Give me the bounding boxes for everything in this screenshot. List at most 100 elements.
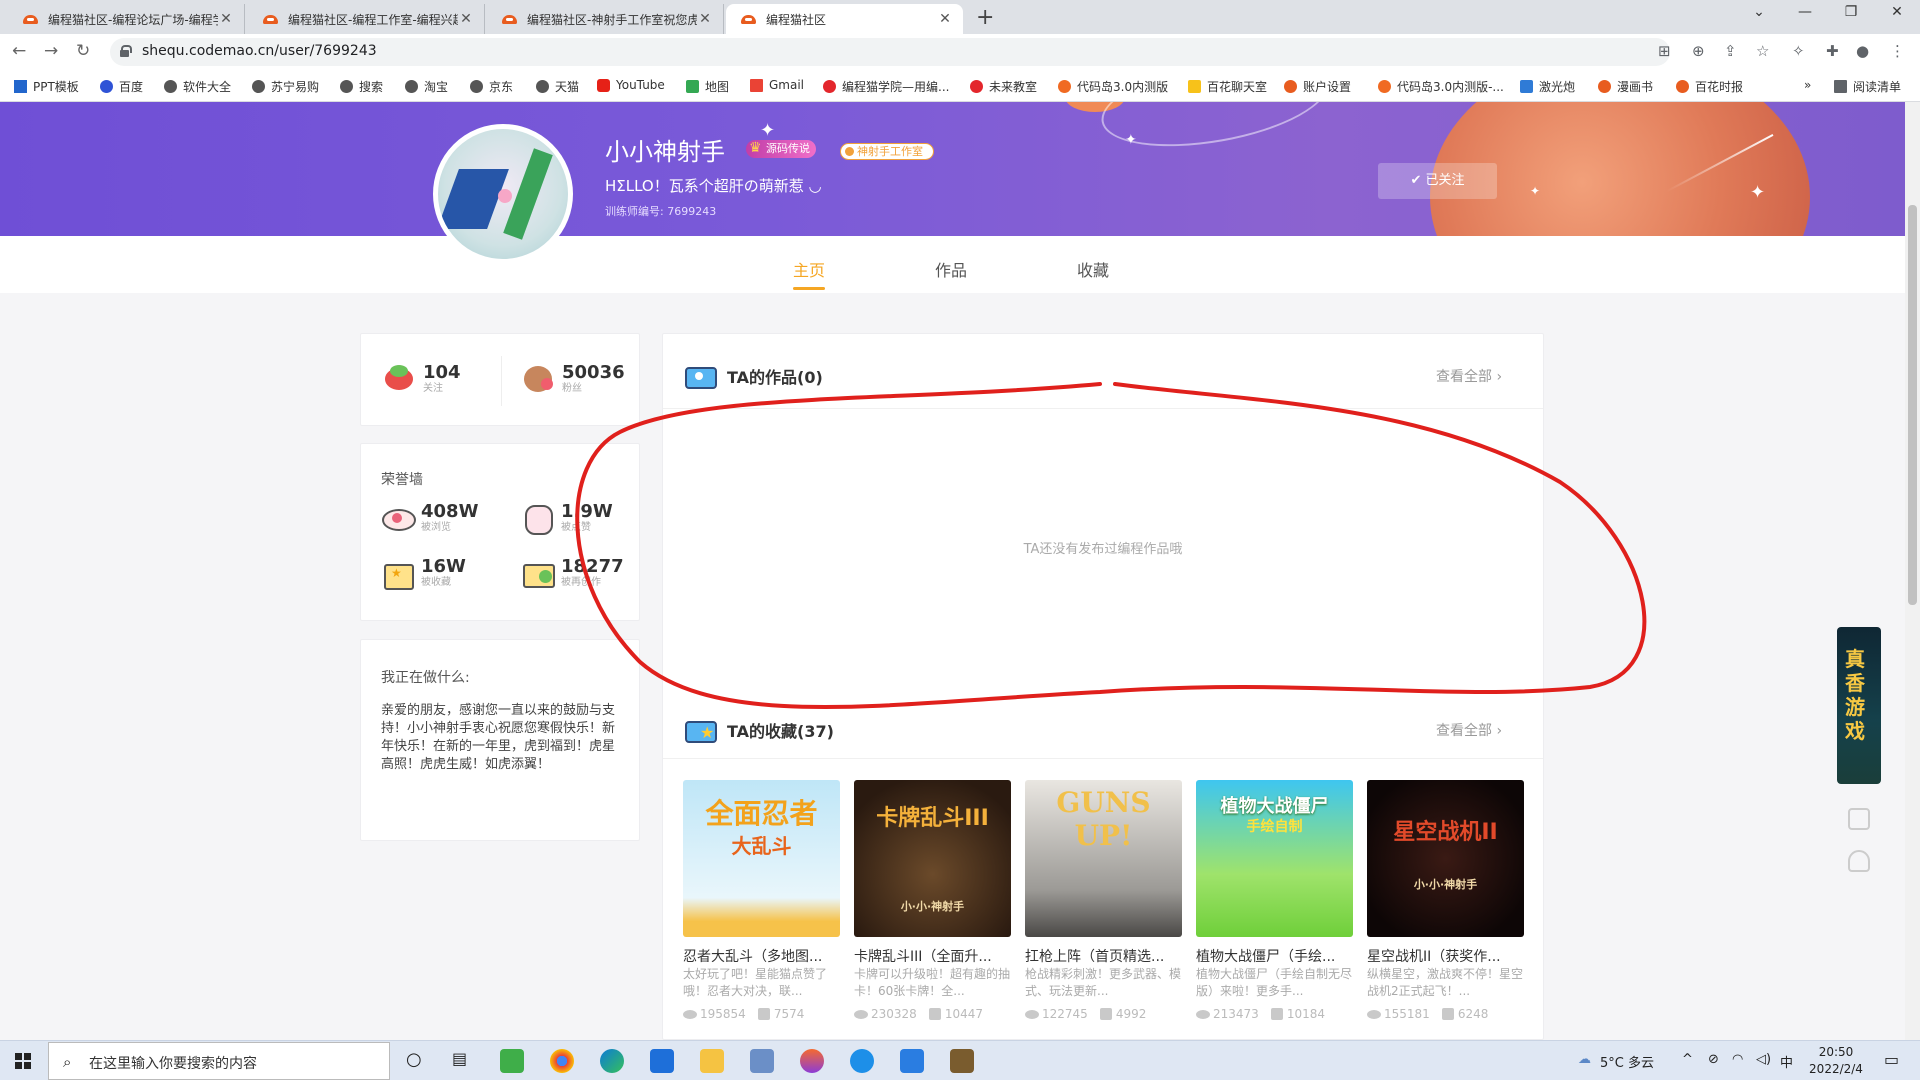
- bookmark-item[interactable]: 天猫: [536, 78, 579, 95]
- bookmark-item[interactable]: 淘宝: [405, 78, 448, 95]
- bookmark-item[interactable]: 京东: [470, 78, 513, 95]
- back-icon[interactable]: ←: [12, 41, 26, 61]
- globe-icon: [164, 80, 177, 93]
- menu-icon[interactable]: ⋮: [1890, 42, 1905, 60]
- extension-icon[interactable]: ✧: [1792, 42, 1805, 60]
- ime-indicator[interactable]: 中: [1780, 1052, 1793, 1071]
- codemao-icon: [501, 13, 519, 25]
- window-close-icon[interactable]: ✕: [1874, 4, 1920, 20]
- codemao-icon: [262, 13, 280, 25]
- chrome-icon[interactable]: [550, 1049, 574, 1073]
- address-bar[interactable]: shequ.codemao.cn/user/7699243 ⊞ ⊕ ⇪ ☆: [110, 38, 1769, 66]
- bookmark-item[interactable]: 百花聊天室: [1188, 78, 1267, 95]
- close-icon[interactable]: ✕: [937, 11, 953, 27]
- bookmark-item[interactable]: 代码岛3.0内测版: [1058, 78, 1168, 95]
- side-game-ad[interactable]: 真香游戏: [1837, 627, 1881, 784]
- chevron-up-icon[interactable]: ^: [1682, 1052, 1693, 1067]
- url-text: shequ.codemao.cn/user/7699243: [142, 43, 377, 59]
- app-icon[interactable]: [950, 1049, 974, 1073]
- app-icon[interactable]: [900, 1049, 924, 1073]
- weather-icon[interactable]: ☁: [1578, 1052, 1591, 1067]
- bookmark-item[interactable]: PPT模板: [14, 78, 79, 95]
- bookmark-item[interactable]: 百度: [100, 78, 143, 95]
- browser-tab[interactable]: 编程猫社区-编程工作室-编程兴趣... ✕: [248, 4, 485, 34]
- youtube-icon: [597, 78, 610, 92]
- translate-icon[interactable]: ⊞: [1658, 42, 1671, 60]
- bookmark-item[interactable]: 代码岛3.0内测版-...: [1378, 78, 1504, 95]
- red-annotation-circle: [575, 382, 1647, 709]
- cortana-icon[interactable]: ○: [406, 1049, 422, 1070]
- maps-icon: [686, 80, 699, 93]
- bookmark-item[interactable]: YouTube: [597, 78, 665, 92]
- windows-taskbar: ⌕ 在这里输入你要搜索的内容 ○ ▤ ☁ 5°C 多云 ^ ⊘ ◠ ◁) 中 2…: [0, 1040, 1920, 1080]
- codemao-icon: [970, 80, 983, 93]
- restore-icon[interactable]: ❐: [1828, 4, 1874, 20]
- bookmark-item[interactable]: 地图: [686, 78, 729, 95]
- bookmark-item[interactable]: 激光炮: [1520, 78, 1575, 95]
- bookmark-item[interactable]: 编程猫学院—用编...: [823, 78, 949, 95]
- reload-icon[interactable]: ↻: [76, 41, 90, 61]
- browser-toolbar: ← → ↻ shequ.codemao.cn/user/7699243 ⊞ ⊕ …: [0, 34, 1920, 70]
- codemao-icon: [1676, 80, 1689, 93]
- page-scrollbar[interactable]: [1905, 102, 1920, 1040]
- globe-icon: [536, 80, 549, 93]
- weather-text[interactable]: 5°C 多云: [1600, 1052, 1654, 1071]
- task-view-icon[interactable]: ▤: [452, 1049, 467, 1068]
- codemao-icon: [823, 80, 836, 93]
- puzzle-icon[interactable]: ✚: [1826, 42, 1839, 60]
- bookmark-item[interactable]: 漫画书: [1598, 78, 1653, 95]
- bookmarks-bar: PPT模板 百度 软件大全 苏宁易购 搜索 淘宝 京东 天猫 YouTube 地…: [0, 70, 1920, 102]
- folder-icon[interactable]: [700, 1049, 724, 1073]
- bookmark-item[interactable]: 软件大全: [164, 78, 231, 95]
- search-icon: ⌕: [63, 1053, 72, 1071]
- volume-icon[interactable]: ◁): [1756, 1052, 1771, 1067]
- tab-title: 编程猫社区: [766, 12, 827, 27]
- tab-title: 编程猫社区-编程论坛广场-编程学...: [48, 12, 218, 27]
- browser-tab[interactable]: 编程猫社区-神射手工作室祝您虎... ✕: [487, 4, 724, 34]
- browser-tab-active[interactable]: 编程猫社区 ✕: [726, 4, 963, 34]
- reading-list-button[interactable]: 阅读清单: [1834, 78, 1901, 95]
- bookmark-item[interactable]: 苏宁易购: [252, 78, 319, 95]
- close-icon[interactable]: ✕: [458, 11, 474, 27]
- app-icon[interactable]: [800, 1049, 824, 1073]
- bookmark-item[interactable]: 未来教室: [970, 78, 1037, 95]
- bookmark-item[interactable]: 百花时报: [1676, 78, 1743, 95]
- more-bookmarks-button[interactable]: »: [1804, 78, 1811, 92]
- minimize-icon[interactable]: —: [1782, 4, 1828, 20]
- gear-icon: [1378, 80, 1391, 93]
- bookmark-star-icon[interactable]: ☆: [1756, 42, 1769, 60]
- bookmark-item[interactable]: 账户设置: [1284, 78, 1351, 95]
- feedback-icon[interactable]: [1848, 808, 1870, 830]
- annotation-stroke: [575, 382, 1647, 709]
- tab-search-icon[interactable]: ⌄: [1736, 4, 1782, 20]
- notification-icon[interactable]: ▭: [1884, 1050, 1899, 1069]
- app-icon[interactable]: [850, 1049, 874, 1073]
- bookmark-item[interactable]: Gmail: [750, 78, 804, 92]
- profile-icon[interactable]: ●: [1856, 42, 1869, 60]
- windows-start-icon[interactable]: [15, 1053, 31, 1069]
- app-icon[interactable]: [650, 1049, 674, 1073]
- codemao-icon: [22, 13, 40, 25]
- page-content: ✦ ✦ ✦ ✦ 小小神射手 源码传说 神射手工作室 HΣLLO！瓦系个超肝の萌新…: [0, 102, 1905, 1040]
- system-clock[interactable]: 20:50 2022/2/4: [1806, 1044, 1866, 1078]
- network-icon[interactable]: ⊘: [1708, 1052, 1719, 1067]
- taskbar-search[interactable]: ⌕ 在这里输入你要搜索的内容: [48, 1042, 390, 1080]
- zoom-icon[interactable]: ⊕: [1692, 42, 1705, 60]
- edge-icon[interactable]: [600, 1049, 624, 1073]
- forward-icon[interactable]: →: [44, 41, 58, 61]
- new-tab-button[interactable]: +: [976, 5, 994, 30]
- share-icon[interactable]: ⇪: [1724, 42, 1737, 60]
- app-icon[interactable]: [750, 1049, 774, 1073]
- notification-bell-icon[interactable]: [1848, 850, 1870, 872]
- scrollbar-thumb[interactable]: [1908, 205, 1917, 605]
- browser-tab[interactable]: 编程猫社区-编程论坛广场-编程学... ✕: [8, 4, 245, 34]
- codemao-icon: [1598, 80, 1611, 93]
- globe-icon: [340, 80, 353, 93]
- tab-title: 编程猫社区-神射手工作室祝您虎...: [527, 12, 697, 27]
- wifi-icon[interactable]: ◠: [1732, 1052, 1743, 1067]
- close-icon[interactable]: ✕: [697, 11, 713, 27]
- bookmark-item[interactable]: 搜索: [340, 78, 383, 95]
- app-icon[interactable]: [500, 1049, 524, 1073]
- close-icon[interactable]: ✕: [218, 11, 234, 27]
- gear-icon: [1058, 80, 1071, 93]
